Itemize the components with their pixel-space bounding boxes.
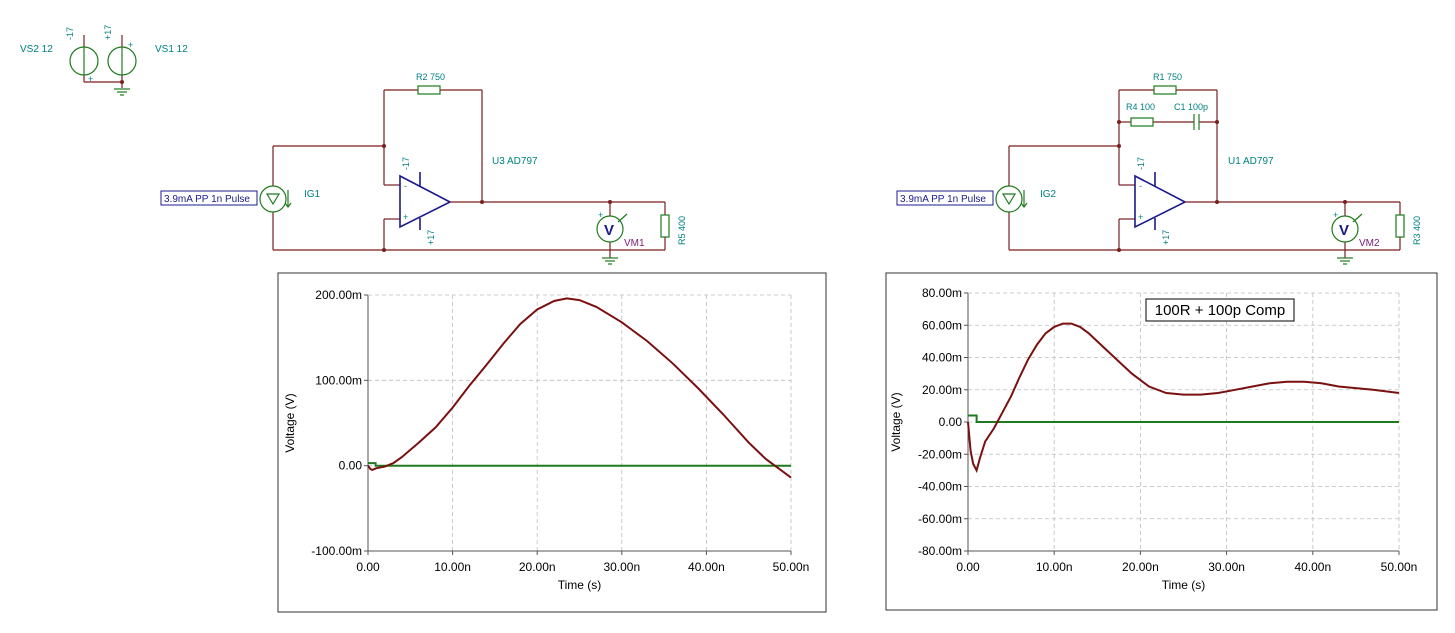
u1-pos-rail: +17 bbox=[1161, 230, 1171, 245]
u3-pos-rail: +17 bbox=[426, 230, 436, 245]
plot-1-x-axis-title: Time (s) bbox=[558, 578, 602, 592]
vs1-rail-label: +17 bbox=[103, 25, 113, 40]
x-tick-label: 40.00n bbox=[1294, 560, 1331, 574]
plot-2-y-axis-title: Voltage (V) bbox=[889, 392, 903, 451]
x-tick-label: 30.00n bbox=[1208, 560, 1245, 574]
vs2-label: VS2 12 bbox=[20, 44, 53, 55]
vs2-plus-sign: + bbox=[88, 74, 93, 84]
plot-1-y-axis-title: Voltage (V) bbox=[283, 393, 297, 452]
ig1-label: IG1 bbox=[304, 189, 321, 200]
u1-neg-rail: -17 bbox=[1136, 157, 1146, 170]
r4-label: R4 100 bbox=[1126, 102, 1155, 112]
y-tick-label: 20.00m bbox=[922, 383, 962, 397]
r2-resistor[interactable] bbox=[417, 85, 441, 95]
x-tick-label: 0.00 bbox=[356, 560, 380, 574]
u1-plus-pin: + bbox=[1138, 212, 1143, 222]
x-tick-label: 50.00n bbox=[773, 560, 810, 574]
vm1-label: VM1 bbox=[624, 238, 645, 249]
circuit-1: R2 750 IG1 3.9mA PP 1n Pulse - + -17 +17… bbox=[160, 72, 687, 265]
vm1-glyph: V bbox=[604, 222, 614, 239]
vs2-rail-label: -17 bbox=[65, 27, 75, 40]
vs1-plus-sign: + bbox=[128, 40, 133, 50]
vm1-plus: + bbox=[598, 210, 603, 220]
y-tick-label: 200.00m bbox=[315, 288, 362, 302]
r1-label: R1 750 bbox=[1153, 72, 1182, 82]
vm2-label: VM2 bbox=[1359, 238, 1380, 249]
r1-resistor[interactable] bbox=[1153, 85, 1177, 95]
x-tick-label: 20.00n bbox=[519, 560, 556, 574]
plot-1: -100.00m 0.00 100.00m 200.00m 0.00 10.00n 20.… bbox=[277, 272, 827, 613]
y-tick-label: -40.00m bbox=[918, 480, 962, 494]
x-tick-label: 20.00n bbox=[1122, 560, 1159, 574]
r5-label: R5 400 bbox=[677, 216, 687, 245]
u1-label: U1 AD797 bbox=[1228, 156, 1274, 167]
y-tick-label: -100.00m bbox=[311, 544, 362, 558]
r2-label: R2 750 bbox=[416, 72, 445, 82]
u3-label: U3 AD797 bbox=[492, 156, 538, 167]
r3-label: R3 400 bbox=[1412, 216, 1422, 245]
y-tick-label: 0.00 bbox=[939, 415, 963, 429]
x-tick-label: 50.00n bbox=[1381, 560, 1418, 574]
vs1-label: VS1 12 bbox=[155, 44, 188, 55]
r5-resistor[interactable] bbox=[660, 214, 670, 238]
x-tick-label: 30.00n bbox=[603, 560, 640, 574]
x-tick-label: 10.00n bbox=[1036, 560, 1073, 574]
y-tick-label: -20.00m bbox=[918, 447, 962, 461]
vm2-glyph: V bbox=[1339, 222, 1349, 239]
y-tick-label: 60.00m bbox=[922, 318, 962, 332]
r3-resistor[interactable] bbox=[1395, 214, 1405, 238]
plot-2-annotation: 100R + 100p Comp bbox=[1155, 302, 1286, 319]
y-tick-label: 100.00m bbox=[315, 373, 362, 387]
u3-neg-rail: -17 bbox=[401, 157, 411, 170]
vm2-plus: + bbox=[1333, 210, 1338, 220]
y-tick-label: 40.00m bbox=[922, 351, 962, 365]
c1-label: C1 100p bbox=[1174, 102, 1208, 112]
u1-minus-pin: - bbox=[1139, 181, 1142, 191]
y-tick-label: 80.00m bbox=[922, 286, 962, 300]
u3-plus-pin: + bbox=[403, 212, 408, 222]
x-tick-label: 10.00n bbox=[434, 560, 471, 574]
y-tick-label: -80.00m bbox=[918, 544, 962, 558]
y-tick-label: 0.00 bbox=[339, 459, 363, 473]
x-tick-label: 40.00n bbox=[688, 560, 725, 574]
ig1-param-text: 3.9mA PP 1n Pulse bbox=[164, 194, 250, 205]
power-supplies: VS2 12 VS1 12 -17 +17 + + bbox=[20, 25, 188, 96]
r4-resistor[interactable] bbox=[1130, 117, 1154, 127]
plot-2-x-axis-title: Time (s) bbox=[1162, 578, 1206, 592]
ig2-label: IG2 bbox=[1040, 189, 1057, 200]
plot-2: -80.00m -60.00m -40.00m -20.00m 0.00 20.00m 40… bbox=[885, 272, 1438, 611]
u3-minus-pin: - bbox=[404, 181, 407, 191]
circuit-2: R1 750 R4 100 C1 100p IG2 3.9mA PP 1n Pu… bbox=[896, 72, 1422, 265]
ig2-param-text: 3.9mA PP 1n Pulse bbox=[900, 194, 986, 205]
schematic-canvas: VS2 12 VS1 12 -17 +17 + + R2 750 IG1 3.9… bbox=[20, 25, 1438, 613]
y-tick-label: -60.00m bbox=[918, 512, 962, 526]
x-tick-label: 0.00 bbox=[956, 560, 980, 574]
